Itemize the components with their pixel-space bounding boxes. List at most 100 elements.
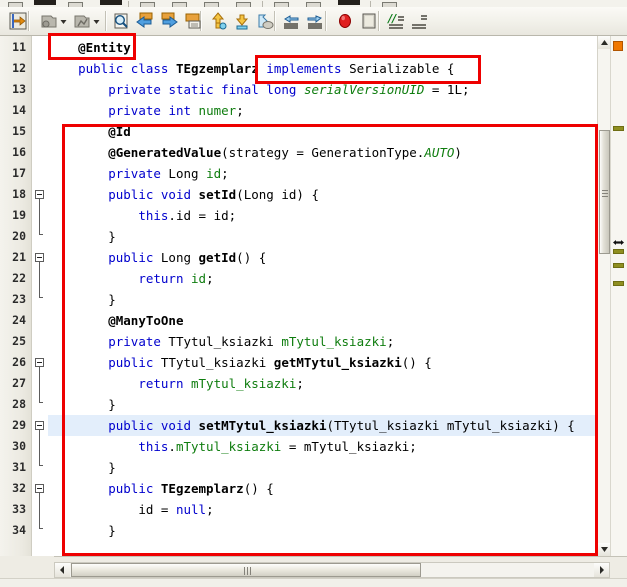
code-editor[interactable]: 11 12 13 14 15 16 17 18 19 20 21 22 23 24 25 26 27 28 29 30… <box>0 36 627 556</box>
profile-dropdown-arrow-2[interactable] <box>92 11 101 31</box>
toolbar-separator-5 <box>325 11 327 31</box>
code-line[interactable]: return id; <box>48 268 213 289</box>
code-line[interactable]: private int numer; <box>48 100 244 121</box>
debug-project-icon[interactable] <box>39 11 59 31</box>
horizontal-scrollbar[interactable] <box>54 562 610 578</box>
line-number: 15 <box>12 124 26 138</box>
annotation-mark-4[interactable] <box>613 281 624 286</box>
code-token: this <box>138 208 169 223</box>
annotation-mark-1[interactable] <box>613 126 624 131</box>
code-line[interactable]: this.mTytul_ksiazki = mTytul_ksiazki; <box>48 436 416 457</box>
fold-collapse-icon[interactable] <box>35 190 44 199</box>
vertical-scrollbar-thumb[interactable] <box>599 130 610 254</box>
code-token: id <box>191 271 207 286</box>
code-token: . <box>168 439 176 454</box>
step-into-icon[interactable] <box>208 11 228 31</box>
code-line[interactable]: private static final long serialVersionU… <box>48 79 469 100</box>
code-token: TEgzemplarz <box>160 481 244 496</box>
code-line[interactable]: @ManyToOne <box>48 310 183 331</box>
code-line[interactable]: } <box>48 226 116 247</box>
annotation-mark-3[interactable] <box>613 263 624 268</box>
code-line[interactable]: public Long getId() { <box>48 247 266 268</box>
code-folding-column[interactable] <box>32 36 48 556</box>
uncomment-icon[interactable] <box>409 11 429 31</box>
toggle-highlight-icon[interactable] <box>183 11 203 31</box>
code-line[interactable]: } <box>48 520 116 541</box>
code-line[interactable]: public void setMTytul_ksiazki(TTytul_ksi… <box>48 415 598 436</box>
fold-collapse-icon[interactable] <box>35 484 44 493</box>
line-number: 23 <box>12 292 26 306</box>
code-token: .id = id; <box>168 208 237 223</box>
stop-build-icon[interactable] <box>335 11 355 31</box>
find-next-icon[interactable] <box>159 11 179 31</box>
fold-line <box>39 520 40 528</box>
debug-dropdown-arrow-1[interactable] <box>59 11 68 31</box>
line-number: 11 <box>12 40 26 54</box>
line-number: 30 <box>12 439 26 453</box>
code-line[interactable]: private Long id; <box>48 163 228 184</box>
code-token: public <box>108 481 154 496</box>
top-icon-4[interactable] <box>100 0 122 5</box>
error-stripe-column[interactable] <box>610 36 627 556</box>
fold-line <box>39 205 40 226</box>
fold-line <box>39 268 40 289</box>
code-token: @Entity <box>78 40 131 55</box>
fold-collapse-icon[interactable] <box>35 421 44 430</box>
code-token: mTytul_ksiazki <box>281 334 387 349</box>
shift-line-left-icon[interactable] <box>281 11 301 31</box>
find-previous-icon[interactable] <box>135 11 155 31</box>
line-number: 16 <box>12 145 26 159</box>
code-line[interactable]: @GeneratedValue(strategy = GenerationTyp… <box>48 142 462 163</box>
top-icon-11[interactable] <box>338 0 360 5</box>
vertical-scrollbar[interactable] <box>597 36 611 556</box>
scrollbar-grip <box>244 567 245 575</box>
code-token: public <box>78 61 124 76</box>
code-line[interactable]: id = null; <box>48 499 213 520</box>
code-token: (Long id) { <box>236 187 319 202</box>
stop-icon[interactable] <box>359 11 379 31</box>
fold-collapse-icon[interactable] <box>35 358 44 367</box>
warning-mark-orange[interactable] <box>613 41 623 51</box>
step-out-icon[interactable] <box>255 11 275 31</box>
code-line[interactable]: public class TEgzemplarz implements Seri… <box>48 58 454 79</box>
step-over-icon[interactable] <box>232 11 252 31</box>
caret-position-mark[interactable] <box>613 233 624 245</box>
shift-line-right-icon[interactable] <box>305 11 325 31</box>
find-selection-icon[interactable] <box>111 11 131 31</box>
line-number: 17 <box>12 166 26 180</box>
annotation-mark-2[interactable] <box>613 249 624 254</box>
fold-collapse-icon[interactable] <box>35 253 44 262</box>
line-number: 33 <box>12 502 26 516</box>
code-line[interactable]: this.id = id; <box>48 205 236 226</box>
scrollbar-grip <box>250 567 251 575</box>
top-icon-2[interactable] <box>34 0 56 5</box>
code-line[interactable]: public TEgzemplarz() { <box>48 478 274 499</box>
code-line[interactable]: @Entity <box>48 37 131 58</box>
scroll-right-arrow[interactable] <box>594 563 609 577</box>
code-line[interactable]: return mTytul_ksiazki; <box>48 373 304 394</box>
code-token: ; <box>386 334 395 349</box>
code-token: mTytul_ksiazki <box>175 439 282 454</box>
toolbar-separator-1 <box>28 11 30 31</box>
line-number: 25 <box>12 334 26 348</box>
profile-project-icon[interactable] <box>72 11 92 31</box>
scrollbar-grip <box>247 567 248 575</box>
code-line[interactable]: } <box>48 457 116 478</box>
horizontal-scrollbar-thumb[interactable] <box>71 563 421 577</box>
code-line[interactable]: public TTytul_ksiazki getMTytul_ksiazki(… <box>48 352 432 373</box>
code-line[interactable]: } <box>48 394 116 415</box>
code-line[interactable]: public void setId(Long id) { <box>48 184 319 205</box>
comment-icon[interactable]: // <box>386 11 406 31</box>
code-line[interactable]: @Id <box>48 121 131 142</box>
code-line[interactable]: } <box>48 289 116 310</box>
code-text-area[interactable]: @Entity public class TEgzemplarz impleme… <box>48 36 598 556</box>
editor-window: // 11 12 13 14 15 16 17 18 19 20 21 22 23 24 25 26 27 28 2… <box>0 0 627 587</box>
fold-line <box>39 289 40 297</box>
code-line[interactable]: private TTytul_ksiazki mTytul_ksiazki; <box>48 331 394 352</box>
run-to-cursor-icon[interactable] <box>8 11 28 31</box>
scroll-left-arrow[interactable] <box>55 563 70 577</box>
